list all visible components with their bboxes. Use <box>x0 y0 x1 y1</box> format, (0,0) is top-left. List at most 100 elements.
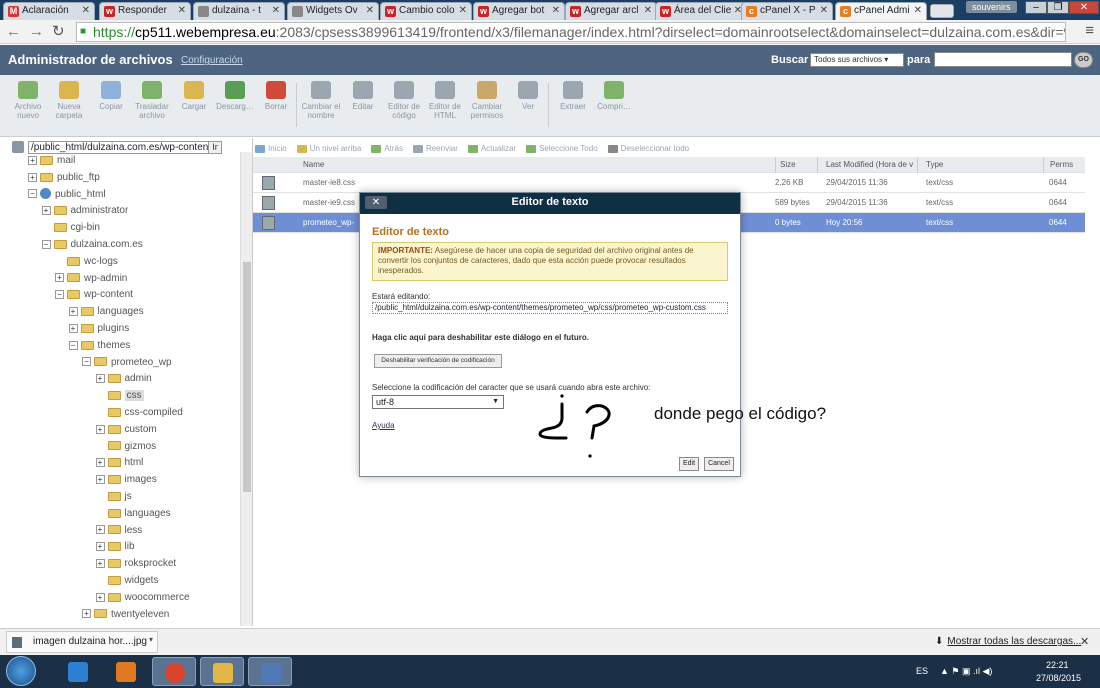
encoding-select[interactable]: utf-8 ▼ <box>372 395 504 409</box>
toolbar-upload-button[interactable]: Cargar <box>173 81 215 111</box>
tree-node[interactable]: − wp-content <box>55 287 133 303</box>
tab-close-icon[interactable]: ✕ <box>178 3 186 19</box>
tree-node[interactable]: + twentyeleven <box>82 607 169 623</box>
minimize-button[interactable]: – <box>1025 1 1047 14</box>
system-tray-icons[interactable]: ▲ ⚑ ▣ .ıl ◀) <box>940 666 992 677</box>
tab-close-icon[interactable]: ✕ <box>82 3 90 19</box>
expand-icon[interactable]: + <box>41 206 51 216</box>
tab-close-icon[interactable]: ✕ <box>644 3 652 19</box>
expand-icon[interactable]: + <box>68 323 78 333</box>
tree-node[interactable]: gizmos <box>96 439 156 455</box>
collapse-icon[interactable]: − <box>28 189 37 199</box>
tree-node[interactable]: − themes <box>68 338 130 354</box>
tab-close-icon[interactable]: ✕ <box>366 3 374 19</box>
toolbar-download-button[interactable]: Descarg… <box>214 81 256 111</box>
tree-node[interactable]: + wp-admin <box>55 271 127 287</box>
toolbar-delete-button[interactable]: Borrar <box>255 81 297 111</box>
language-indicator[interactable]: ES <box>916 666 928 676</box>
toolbar-permissions-button[interactable]: Cambiar permisos <box>466 81 508 120</box>
column-size[interactable]: Size <box>775 157 796 173</box>
cancel-button[interactable]: Cancel <box>704 457 734 471</box>
new-tab-button[interactable] <box>930 4 954 18</box>
expand-icon[interactable]: + <box>55 273 64 283</box>
action-up-level[interactable]: Un nivel arriba <box>296 142 361 156</box>
tree-node[interactable]: + mail <box>28 153 75 169</box>
expand-icon[interactable]: + <box>28 155 37 165</box>
clock-date[interactable]: 27/08/2015 <box>1036 673 1081 683</box>
search-scope-select[interactable]: Todos sus archivos ▾ <box>810 53 904 67</box>
browser-tab[interactable]: M Aclaración ✕ <box>3 2 95 20</box>
expand-icon[interactable]: + <box>68 307 78 317</box>
clock-time[interactable]: 22:21 <box>1046 660 1069 670</box>
tree-node[interactable]: wc-logs <box>55 254 118 270</box>
expand-icon[interactable]: + <box>95 374 105 384</box>
downloads-close-icon[interactable]: ✕ <box>1080 635 1089 648</box>
browser-tab[interactable]: w Agregar arcl ✕ <box>565 2 657 20</box>
tree-node[interactable]: css <box>96 388 144 404</box>
expand-icon[interactable]: + <box>95 542 105 552</box>
action-select-all[interactable]: Seleccione Todo <box>526 142 598 156</box>
show-all-downloads-link[interactable]: ⬇ Mostrar todas las descargas... <box>935 636 1081 647</box>
expand-icon[interactable]: + <box>95 559 105 569</box>
tab-close-icon[interactable]: ✕ <box>272 3 280 19</box>
taskbar-app[interactable] <box>200 657 244 686</box>
toolbar-move-button[interactable]: Trasladar archivo <box>131 81 173 120</box>
tree-node[interactable]: + lib <box>95 539 135 555</box>
dialog-close-icon[interactable]: ✕ <box>365 196 387 209</box>
toolbar-rename-button[interactable]: Cambiar el nombre <box>300 81 342 120</box>
collapse-icon[interactable]: − <box>41 239 51 249</box>
toolbar-compress-button[interactable]: Compri… <box>593 81 635 111</box>
search-input[interactable] <box>934 52 1072 67</box>
window-close-button[interactable]: ✕ <box>1069 1 1099 14</box>
tree-node[interactable]: + woocommerce <box>95 590 190 606</box>
tree-node[interactable]: + images <box>95 472 157 488</box>
tree-node[interactable]: + administrator <box>41 203 128 219</box>
download-item[interactable]: imagen dulzaina hor....jpg ▾ <box>6 631 158 653</box>
toolbar-html-editor-button[interactable]: Editor de HTML <box>424 81 466 120</box>
tree-node[interactable]: + custom <box>95 422 157 438</box>
action-deselect-all[interactable]: Deseleccionar todo <box>607 142 689 156</box>
tree-node[interactable]: css-compiled <box>96 405 183 421</box>
browser-tab[interactable]: Widgets Ov ✕ <box>287 2 379 20</box>
browser-tab[interactable]: w Área del Clie ✕ <box>655 2 747 20</box>
tree-node[interactable]: + roksprocket <box>95 556 176 572</box>
toolbar-code-editor-button[interactable]: Editor de código <box>383 81 425 120</box>
expand-icon[interactable]: + <box>82 609 91 619</box>
collapse-icon[interactable]: − <box>55 290 64 300</box>
browser-tab[interactable]: dulzaina - t ✕ <box>193 2 285 20</box>
browser-tab[interactable]: w Cambio colo ✕ <box>380 2 472 20</box>
search-go-button[interactable]: GO <box>1074 52 1093 68</box>
tree-node[interactable]: − public_html <box>28 187 106 203</box>
tree-node[interactable]: cgi-bin <box>42 220 100 236</box>
tree-node[interactable]: languages <box>96 506 171 522</box>
toolbar-new-folder-button[interactable]: Nueva carpeta <box>48 81 90 120</box>
taskbar-app[interactable] <box>248 657 292 686</box>
column-perms[interactable]: Perms <box>1043 157 1073 173</box>
tree-node[interactable]: + less <box>95 523 142 539</box>
toolbar-new-file-button[interactable]: Archivo nuevo <box>7 81 49 120</box>
tree-node[interactable]: + plugins <box>68 321 129 337</box>
help-link[interactable]: Ayuda <box>372 421 395 430</box>
disable-encoding-check-button[interactable]: Deshabilitar verificación de codificació… <box>374 354 502 368</box>
edit-button[interactable]: Edit <box>679 457 699 471</box>
browser-menu-icon[interactable]: ≡ <box>1085 22 1094 39</box>
expand-icon[interactable]: + <box>95 525 105 535</box>
maximize-button[interactable]: ❐ <box>1047 1 1069 14</box>
taskbar-app[interactable] <box>104 657 148 686</box>
path-go-button[interactable]: Ir <box>208 141 222 154</box>
toolbar-copy-button[interactable]: Copiar <box>90 81 132 111</box>
action-home[interactable]: Inicio <box>255 142 287 156</box>
column-type[interactable]: Type <box>917 157 943 173</box>
column-modified[interactable]: Last Modified (Hora de v <box>817 157 917 173</box>
chevron-down-icon[interactable]: ▾ <box>149 635 153 644</box>
tree-node[interactable]: − dulzaina.com.es <box>41 237 143 253</box>
browser-tab[interactable]: c cPanel Admi ✕ <box>835 2 927 20</box>
expand-icon[interactable]: + <box>95 475 105 485</box>
browser-tab[interactable]: w Responder ✕ <box>99 2 191 20</box>
tree-node[interactable]: + admin <box>95 371 152 387</box>
browser-tab[interactable]: w Agregar bot ✕ <box>473 2 565 20</box>
toolbar-edit-button[interactable]: Editar <box>342 81 384 111</box>
back-arrow-icon[interactable]: ← <box>6 23 21 41</box>
tree-node[interactable]: + languages <box>68 304 144 320</box>
collapse-icon[interactable]: − <box>82 357 91 367</box>
